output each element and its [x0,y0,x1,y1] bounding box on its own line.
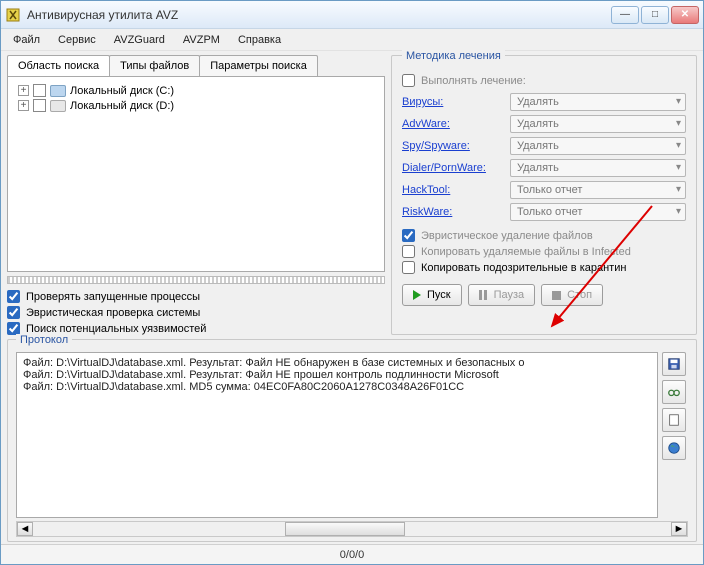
maximize-button[interactable]: □ [641,6,669,24]
action-buttons: Пуск Пауза Стоп [402,284,686,306]
link-hacktool[interactable]: HackTool: [402,184,502,196]
status-text: 0/0/0 [340,549,364,561]
check-processes[interactable]: Проверять запущенные процессы [7,290,385,303]
horizontal-scrollbar[interactable]: ◄ ► [16,521,688,537]
close-button[interactable]: ✕ [671,6,699,24]
drive-tree[interactable]: + Локальный диск (C:) + Локальный диск (… [7,76,385,272]
select-dialer[interactable]: Удалять [510,159,686,177]
log-line: Файл: D:\VirtualDJ\database.xml. MD5 сум… [23,381,651,393]
checkbox[interactable] [402,245,415,258]
check-label: Выполнять лечение: [421,75,526,87]
drive-icon [50,100,66,112]
start-button[interactable]: Пуск [402,284,462,306]
link-spyware[interactable]: Spy/Spyware: [402,140,502,152]
tabstrip: Область поиска Типы файлов Параметры пои… [7,55,385,76]
menu-help[interactable]: Справка [230,31,289,49]
checkbox[interactable] [7,306,20,319]
link-dialer[interactable]: Dialer/PornWare: [402,162,502,174]
check-copy-quarantine[interactable]: Копировать подозрительные в карантин [402,261,686,274]
check-label: Копировать подозрительные в карантин [421,262,626,274]
menu-avzpm[interactable]: AVZPM [175,31,228,49]
expand-icon[interactable]: + [18,100,29,111]
new-page-button[interactable] [662,408,686,432]
menu-file[interactable]: Файл [5,31,48,49]
drive-node-c[interactable]: + Локальный диск (C:) [14,83,378,98]
protocol-group: Протокол Файл: D:\VirtualDJ\database.xml… [7,339,697,542]
globe-button[interactable] [662,436,686,460]
treatment-group: Методика лечения Выполнять лечение: Виру… [391,55,697,335]
drive-label: Локальный диск (C:) [70,85,174,97]
play-icon [413,290,421,300]
log-line: Файл: D:\VirtualDJ\database.xml. Результ… [23,357,651,369]
pause-icon [479,290,488,300]
left-panel: Область поиска Типы файлов Параметры пои… [7,55,385,335]
link-adware[interactable]: AdvWare: [402,118,502,130]
tab-file-types[interactable]: Типы файлов [109,55,200,76]
checkbox[interactable] [402,261,415,274]
drive-checkbox[interactable] [33,99,46,112]
minimize-button[interactable]: — [611,6,639,24]
button-label: Стоп [567,289,592,301]
tab-search-params[interactable]: Параметры поиска [199,55,318,76]
menu-service[interactable]: Сервис [50,31,104,49]
check-copy-infected[interactable]: Копировать удаляемые файлы в Infected [402,245,686,258]
check-heur-delete[interactable]: Эвристическое удаление файлов [402,229,686,242]
checkbox[interactable] [402,74,415,87]
check-label: Эвристическое удаление файлов [421,230,593,242]
check-label: Копировать удаляемые файлы в Infected [421,246,631,258]
pause-button[interactable]: Пауза [468,284,536,306]
check-heuristic[interactable]: Эвристическая проверка системы [7,306,385,319]
app-window: Антивирусная утилита AVZ — □ ✕ Файл Серв… [0,0,704,565]
check-label: Проверять запущенные процессы [26,291,200,303]
glasses-button[interactable] [662,380,686,404]
window-title: Антивирусная утилита AVZ [27,8,611,22]
check-label: Эвристическая проверка системы [26,307,200,319]
drive-icon [50,85,66,97]
link-riskware[interactable]: RiskWare: [402,206,502,218]
protocol-log[interactable]: Файл: D:\VirtualDJ\database.xml. Результ… [16,352,658,518]
progress-strip [7,276,385,284]
button-label: Пуск [427,289,451,301]
drive-node-d[interactable]: + Локальный диск (D:) [14,98,378,113]
save-log-button[interactable] [662,352,686,376]
perform-treatment-check[interactable]: Выполнять лечение: [402,74,686,87]
scrollbar-thumb[interactable] [285,522,405,536]
protocol-title: Протокол [16,334,72,346]
stop-icon [552,291,561,300]
checkbox[interactable] [402,229,415,242]
scroll-left-button[interactable]: ◄ [17,522,33,536]
menu-avzguard[interactable]: AVZGuard [106,31,173,49]
menubar: Файл Сервис AVZGuard AVZPM Справка [1,29,703,51]
check-label: Поиск потенциальных уязвимостей [26,323,206,335]
app-icon [5,7,21,23]
link-viruses[interactable]: Вирусы: [402,96,502,108]
statusbar: 0/0/0 [1,544,703,564]
scan-options: Проверять запущенные процессы Эвристичес… [7,290,385,335]
button-label: Пауза [494,289,525,301]
drive-checkbox[interactable] [33,84,46,97]
select-spyware[interactable]: Удалять [510,137,686,155]
scroll-right-button[interactable]: ► [671,522,687,536]
titlebar: Антивирусная утилита AVZ — □ ✕ [1,1,703,29]
select-adware[interactable]: Удалять [510,115,686,133]
stop-button[interactable]: Стоп [541,284,603,306]
select-riskware[interactable]: Только отчет [510,203,686,221]
log-line: Файл: D:\VirtualDJ\database.xml. Результ… [23,369,651,381]
protocol-toolbar [662,352,688,518]
select-hacktool[interactable]: Только отчет [510,181,686,199]
tab-search-area[interactable]: Область поиска [7,55,110,76]
expand-icon[interactable]: + [18,85,29,96]
select-viruses[interactable]: Удалять [510,93,686,111]
checkbox[interactable] [7,290,20,303]
drive-label: Локальный диск (D:) [70,100,174,112]
group-title: Методика лечения [402,50,505,62]
